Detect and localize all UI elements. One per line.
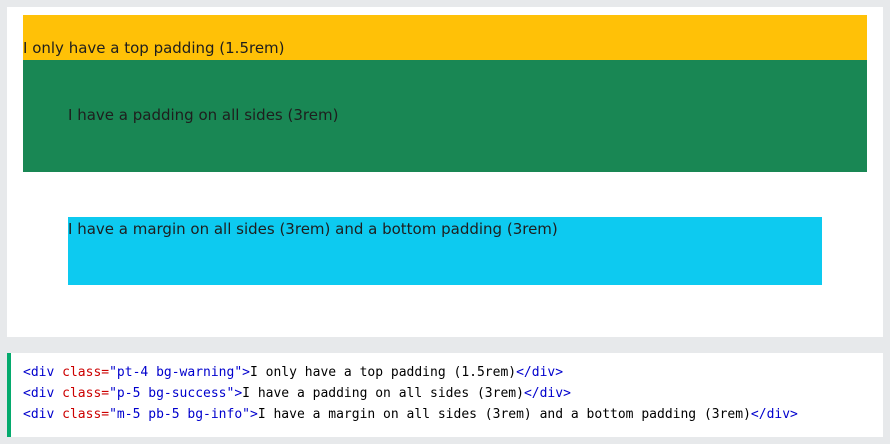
code-tag-open: <div (23, 365, 63, 380)
code-text: I have a padding on all sides (3rem) (242, 386, 524, 401)
code-attribute: class= (62, 407, 110, 422)
code-tag-open: <div (23, 407, 63, 422)
code-attribute: class= (62, 365, 110, 380)
code-example-panel: <div class="pt-4 bg-warning">I only have… (7, 353, 883, 437)
code-line: <div class="m-5 pb-5 bg-info">I have a m… (23, 406, 798, 424)
code-attribute-value: "p-5 bg-success" (109, 386, 235, 401)
code-tag-close: </div> (750, 407, 798, 422)
code-tag-end: > (242, 365, 250, 380)
code-tag-close: </div> (523, 386, 571, 401)
all-padding-label: I have a padding on all sides (3rem) (68, 106, 339, 124)
margin-padding-label: I have a margin on all sides (3rem) and … (68, 220, 558, 238)
code-line: <div class="pt-4 bg-warning">I only have… (23, 364, 563, 382)
code-attribute-value: "pt-4 bg-warning" (109, 365, 243, 380)
code-text: I have a margin on all sides (3rem) and … (257, 407, 751, 422)
all-padding-box: I have a padding on all sides (3rem) (23, 60, 867, 172)
code-tag-end: > (250, 407, 258, 422)
top-padding-box: I only have a top padding (1.5rem) (23, 15, 867, 60)
code-tag-end: > (234, 386, 243, 401)
code-line: <div class="p-5 bg-success">I have a pad… (23, 385, 571, 403)
code-attribute-value: "m-5 pb-5 bg-info" (109, 407, 250, 422)
code-tag-open: <div (23, 386, 63, 401)
code-text: I only have a top padding (1.5rem) (250, 365, 517, 380)
margin-padding-box: I have a margin on all sides (3rem) and … (68, 217, 822, 285)
code-tag-close: </div> (516, 365, 564, 380)
top-padding-label: I only have a top padding (1.5rem) (23, 39, 285, 57)
code-attribute: class= (62, 386, 110, 401)
example-output-panel: I only have a top padding (1.5rem) I hav… (7, 7, 883, 337)
